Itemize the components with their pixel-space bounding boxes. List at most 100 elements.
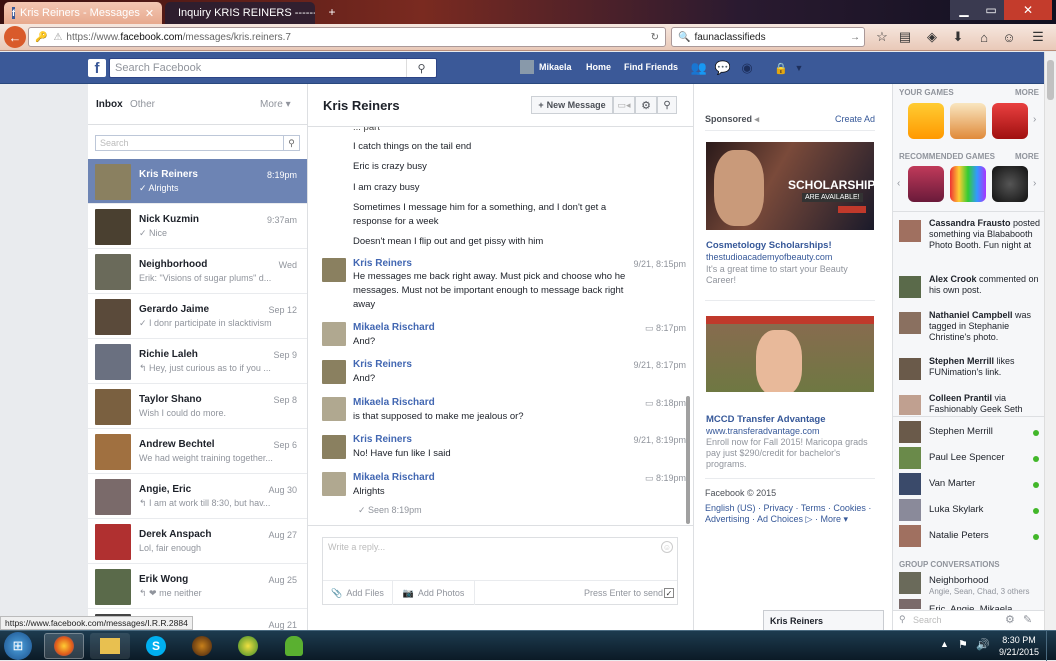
- scrollbar-thumb[interactable]: [1047, 60, 1054, 100]
- close-tab-icon[interactable]: ✕: [145, 7, 154, 20]
- taskbar-clock[interactable]: 8:30 PM 9/21/2015: [996, 634, 1042, 658]
- thread-item[interactable]: Angie, Eric ↰ I am at work till 8:30, but…: [88, 474, 307, 519]
- profile-link[interactable]: Mikaela: [539, 62, 572, 72]
- search-bar[interactable]: 🔍 faunaclassifieds →: [671, 27, 865, 47]
- open-chat-tab[interactable]: Kris Reiners: [763, 610, 884, 630]
- ticker-item[interactable]: Alex Crook commented on his own post.: [899, 274, 1041, 308]
- pocket-icon[interactable]: ◈: [924, 29, 940, 45]
- thread-item[interactable]: Neighborhood Erik: "Visions of sugar plum…: [88, 249, 307, 294]
- search-go-icon[interactable]: →: [850, 32, 860, 43]
- action-center-flag-icon[interactable]: ⚑: [958, 638, 968, 651]
- thread-item[interactable]: Taylor Shano Wish I could do more. Sep 8: [88, 384, 307, 429]
- window-close-button[interactable]: ✕: [1004, 0, 1052, 20]
- avatar[interactable]: [322, 397, 346, 421]
- create-ad-link[interactable]: Create Ad: [835, 114, 875, 124]
- ad-image-transfer[interactable]: [706, 316, 874, 404]
- messages-icon[interactable]: 💬: [714, 60, 732, 76]
- thread-item[interactable]: Nick Kuzmin ✓ Nice 9:37am: [88, 204, 307, 249]
- reading-list-icon[interactable]: ▤: [897, 29, 913, 45]
- video-call-icon[interactable]: ▭◂: [613, 96, 635, 114]
- recommended-more-link[interactable]: MORE: [1015, 152, 1039, 161]
- avatar[interactable]: [322, 322, 346, 346]
- avatar[interactable]: [322, 472, 346, 496]
- ad2-title[interactable]: MCCD Transfer Advantage: [706, 414, 825, 425]
- avatar[interactable]: [322, 360, 346, 384]
- show-hidden-icons[interactable]: ▲: [940, 639, 949, 649]
- account-menu-icon[interactable]: ▼: [793, 60, 805, 76]
- footer-links[interactable]: Advertising · Ad Choices ▷ · More ▾: [705, 514, 848, 525]
- back-button[interactable]: ←: [4, 26, 26, 48]
- message-sender[interactable]: Mikaela Rischard: [353, 397, 435, 408]
- inbox-search-input[interactable]: Search ⚲: [95, 135, 300, 151]
- facebook-logo-icon[interactable]: f: [88, 59, 106, 77]
- footer-links[interactable]: English (US) · Privacy · Terms · Cookies…: [705, 503, 871, 513]
- thread-item[interactable]: Andrew Bechtel We had weight training tog…: [88, 429, 307, 474]
- thread-item[interactable]: Gerardo Jaime ✓ I donr participate in sla…: [88, 294, 307, 339]
- ticker-item[interactable]: Cassandra Frausto posted something via B…: [899, 218, 1041, 252]
- pool-game-icon[interactable]: [992, 166, 1028, 202]
- chat-friend[interactable]: Natalie Peters: [899, 525, 1039, 549]
- ticker-item[interactable]: Colleen Prantil via Fashionably Geek Set…: [899, 393, 1041, 415]
- group-name[interactable]: Neighborhood: [929, 575, 989, 586]
- message-sender[interactable]: Mikaela Rischard: [353, 472, 435, 483]
- download-icon[interactable]: ⬇: [950, 29, 966, 45]
- message-sender[interactable]: Mikaela Rischard: [353, 322, 435, 333]
- farmtown-game-icon[interactable]: [950, 103, 986, 139]
- other-tab[interactable]: Other: [130, 99, 155, 110]
- press-enter-checkbox[interactable]: ✓: [664, 588, 674, 598]
- thread-item[interactable]: Derek Anspach Lol, fair enough Aug 27: [88, 519, 307, 564]
- chevron-right-icon[interactable]: ›: [1033, 114, 1036, 125]
- bookmark-star-icon[interactable]: ☆: [874, 29, 890, 45]
- thread-item[interactable]: Kris Reiners ✓ Alrights 8:19pm: [88, 159, 307, 204]
- new-message-icon[interactable]: ✎: [1023, 613, 1032, 626]
- game-icon[interactable]: [950, 166, 986, 202]
- add-files-button[interactable]: 📎 Add Files: [323, 581, 393, 605]
- tab-messages[interactable]: f Kris Reiners - Messages ✕: [4, 2, 162, 24]
- message-sender[interactable]: Kris Reiners: [353, 434, 412, 445]
- reload-icon[interactable]: ↻: [651, 32, 659, 43]
- ticker-item[interactable]: Stephen Merrill likes FUNimation's link.: [899, 356, 1041, 390]
- firefox-taskbar-icon[interactable]: [44, 633, 84, 659]
- game-icon[interactable]: [908, 166, 944, 202]
- tab-inquiry[interactable]: Inquiry KRIS REINERS -------... ✕: [165, 2, 315, 24]
- ticker-item[interactable]: Nathaniel Campbell was tagged in Stephan…: [899, 310, 1041, 344]
- chat-friend[interactable]: Van Marter: [899, 473, 1039, 497]
- skype-taskbar-icon[interactable]: S: [136, 633, 176, 659]
- message-sender[interactable]: Kris Reiners: [353, 359, 412, 370]
- chat-friend[interactable]: Paul Lee Spencer: [899, 447, 1039, 471]
- search-icon[interactable]: ⚲: [406, 59, 436, 77]
- home-icon[interactable]: ⌂: [976, 29, 992, 45]
- avatar[interactable]: [899, 599, 921, 609]
- gear-icon[interactable]: ⚙: [635, 96, 657, 114]
- avatar[interactable]: [899, 572, 921, 594]
- search-icon[interactable]: ⚲: [657, 96, 677, 114]
- add-photos-button[interactable]: 📷 Add Photos: [393, 581, 475, 605]
- gear-icon[interactable]: ⚙: [1005, 613, 1015, 626]
- ad1-title[interactable]: Cosmetology Scholarships!: [706, 240, 832, 251]
- home-link[interactable]: Home: [586, 62, 611, 72]
- message-scrollbar[interactable]: [686, 396, 690, 524]
- avatar[interactable]: [322, 258, 346, 282]
- angry-birds-game-icon[interactable]: [992, 103, 1028, 139]
- chat-search-input[interactable]: Search: [913, 615, 942, 625]
- facebook-search-input[interactable]: Search Facebook ⚲: [109, 58, 437, 78]
- message-sender[interactable]: Kris Reiners: [353, 258, 412, 269]
- chat-friend[interactable]: Stephen Merrill: [899, 421, 1039, 445]
- page-scrollbar[interactable]: [1044, 52, 1056, 630]
- ad-image-scholarships[interactable]: SCHOLARSHIPS ARE AVAILABLE!: [706, 142, 874, 230]
- more-dropdown[interactable]: More ▾: [260, 99, 291, 110]
- android-taskbar-icon[interactable]: [274, 633, 314, 659]
- smiley-icon[interactable]: ☺: [1001, 29, 1017, 45]
- thread-item[interactable]: Richie Laleh ↰ Hey, just curious as to if…: [88, 339, 307, 384]
- minimize-button[interactable]: ▁: [950, 0, 978, 20]
- chevron-left-icon[interactable]: ‹: [897, 178, 900, 189]
- emoji-icon[interactable]: ☺: [661, 541, 673, 553]
- start-button[interactable]: ⊞: [4, 632, 32, 660]
- game-icon[interactable]: [908, 103, 944, 139]
- volume-icon[interactable]: 🔊: [976, 638, 990, 651]
- chat-friend[interactable]: Luka Skylark: [899, 499, 1039, 523]
- chevron-right-icon[interactable]: ›: [1033, 178, 1036, 189]
- menu-icon[interactable]: ☰: [1030, 29, 1046, 45]
- privacy-shortcuts-icon[interactable]: 🔒: [772, 60, 790, 76]
- notifications-globe-icon[interactable]: ◉: [738, 60, 756, 76]
